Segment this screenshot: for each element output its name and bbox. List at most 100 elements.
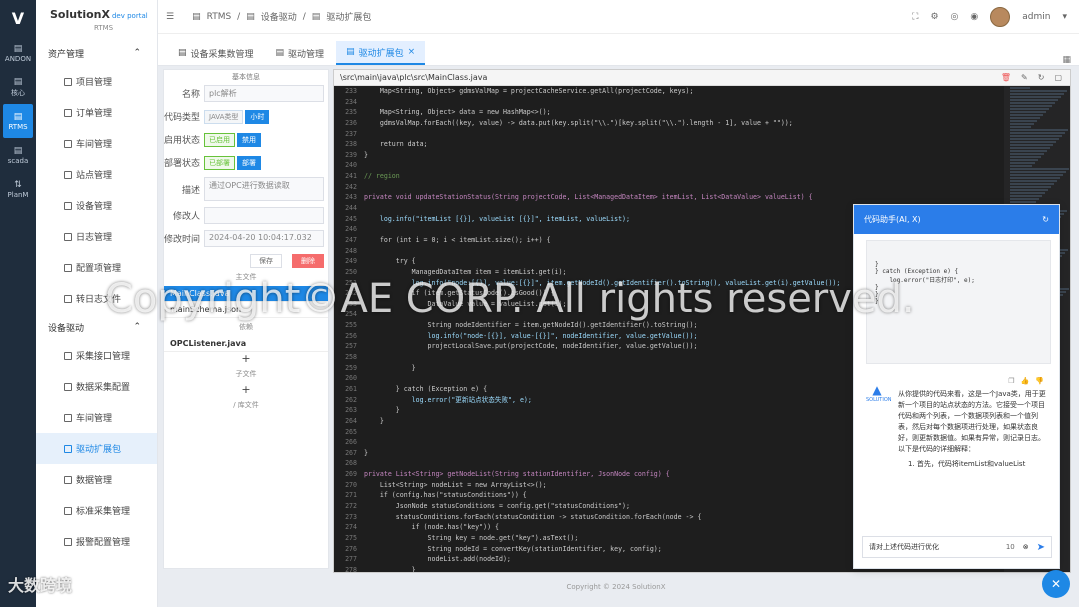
send-icon[interactable]: ➤ (1037, 542, 1045, 553)
chat-input-text[interactable]: 请对上述代码进行优化 (869, 542, 939, 552)
minimap-line (1010, 96, 1061, 98)
sidebar-item[interactable]: 项目管理 (36, 66, 157, 97)
code-line[interactable] (364, 97, 1000, 108)
breadcrumb-item[interactable]: 设备驱动 (261, 10, 297, 23)
status-disable[interactable]: 禁用 (237, 132, 261, 147)
line-number: 247 (345, 235, 357, 244)
chat-title: 代码助手(AI, X) (864, 215, 921, 224)
code-line[interactable]: } (364, 150, 1000, 161)
tab-device-collect[interactable]: ▤ 设备采集数管理 (168, 41, 264, 65)
nav-icon (64, 506, 72, 515)
code-line[interactable]: Map<String, Object> data = new HashMap<>… (364, 107, 1000, 118)
rail-item-andon[interactable]: ▤ ANDON (0, 36, 36, 70)
deploy-deployed[interactable]: 已部署 (204, 155, 235, 170)
minimap-line (1010, 126, 1031, 128)
deploy-button[interactable]: 部署 (237, 155, 261, 170)
sidebar-item[interactable]: 标准采集管理 (36, 495, 157, 526)
rail-item-scada[interactable]: ▤ scada (0, 138, 36, 172)
code-line[interactable]: gdmsValMap.forEach((key, value) -> data.… (364, 118, 1000, 129)
chat-input[interactable]: 请对上述代码进行优化 10 ⊗ ➤ (862, 536, 1052, 558)
sidebar-item[interactable]: 订单管理 (36, 97, 157, 128)
chevron-up-icon: ⌃ (133, 322, 141, 332)
footer: Copyright © 2024 SolutionX (566, 583, 666, 591)
sidebar-item-label: 站点管理 (76, 171, 113, 181)
refresh-icon[interactable]: ↻ (1042, 215, 1049, 224)
char-count: 10 (1005, 543, 1015, 551)
rail-item-planm[interactable]: ⇅ PlanM (0, 172, 36, 206)
name-field[interactable]: plc解析 (204, 85, 324, 102)
grid-menu-icon[interactable]: ▦ (1062, 55, 1071, 65)
code-type-java[interactable]: JAVA类型 (204, 109, 244, 124)
status-enabled[interactable]: 已启用 (204, 132, 235, 147)
edit-icon[interactable]: ✎ (1021, 73, 1028, 82)
code-type-hour[interactable]: 小时 (245, 109, 270, 124)
clear-icon[interactable]: ⊗ (1023, 543, 1029, 551)
copy-icon[interactable]: ❐ (1008, 377, 1014, 385)
code-line[interactable] (364, 160, 1000, 171)
sidebar-item[interactable]: 设备管理 (36, 190, 157, 221)
close-icon[interactable]: × (408, 47, 416, 57)
thumbs-up-icon[interactable]: 👍 (1021, 377, 1030, 385)
code-line[interactable] (364, 129, 1000, 140)
file-item[interactable]: OPCListener.java (164, 336, 328, 352)
sidebar-item[interactable]: 驱动扩展包 (36, 433, 157, 464)
thumbs-down-icon[interactable]: 👎 (1035, 377, 1044, 385)
panel-title: 基本信息 (232, 73, 260, 81)
sidebar-item[interactable]: 车间管理 (36, 402, 157, 433)
code-line[interactable] (364, 182, 1000, 193)
tab-driver-manage[interactable]: ▤ 驱动管理 (266, 41, 335, 65)
code-line[interactable]: private void updateStationStatus(String … (364, 192, 1000, 203)
add-sub-icon[interactable]: + (164, 383, 328, 396)
tab-driver-extension[interactable]: ▤ 驱动扩展包 × (336, 41, 426, 65)
minimap-line (1010, 135, 1062, 137)
sidebar-item[interactable]: 站点管理 (36, 159, 157, 190)
save-button[interactable]: 保存 (250, 254, 282, 268)
rail-item-rtms[interactable]: ▤ RTMS (3, 104, 33, 138)
chat-fab-icon[interactable]: ✕ (1042, 570, 1070, 598)
lib-section: / 库文件 (233, 401, 259, 409)
help-icon[interactable]: ◎ (951, 12, 959, 22)
rail-icon: ▤ (13, 111, 23, 122)
sidebar-group-assets[interactable]: 资产管理 ⌃ (36, 40, 157, 66)
field-label: 修改人 (172, 212, 200, 222)
add-dep-icon[interactable]: + (164, 352, 328, 365)
avatar[interactable] (990, 6, 1011, 27)
tab-label: 驱动扩展包 (358, 48, 404, 59)
brand: SolutionX dev portal RTMS (36, 0, 157, 40)
modifier-field[interactable] (204, 207, 324, 224)
line-number: 234 (345, 97, 357, 106)
modified-time-field[interactable]: 2024-04-20 10:04:17.032 (204, 230, 324, 247)
github-icon[interactable]: ◉ (970, 12, 978, 22)
sidebar-item-label: 数据管理 (76, 476, 113, 486)
chevron-down-icon[interactable]: ▾ (1062, 12, 1067, 22)
minimap-line (1010, 174, 1063, 176)
maximize-icon[interactable]: ▢ (1054, 73, 1062, 82)
description-field[interactable]: 通过OPC进行数据读取 (204, 177, 324, 201)
sidebar-item[interactable]: 车间管理 (36, 128, 157, 159)
message-actions: ❐ 👍 👎 (1008, 377, 1044, 385)
sidebar-item[interactable]: 采集接口管理 (36, 340, 157, 371)
sidebar-item[interactable]: 日志管理 (36, 221, 157, 252)
nav-icon (64, 444, 72, 453)
sidebar-item[interactable]: 报警配置管理 (36, 526, 157, 557)
minimap-line (1010, 99, 1058, 101)
rail-item-核心[interactable]: ▤ 核心 (0, 70, 36, 104)
minimap-line (1010, 183, 1054, 185)
code-line[interactable]: // region (364, 171, 1000, 182)
settings-icon[interactable]: ⚙ (930, 12, 938, 22)
delete-button[interactable]: 删除 (292, 254, 324, 268)
line-number: 275 (345, 533, 357, 542)
user-name[interactable]: admin (1022, 12, 1050, 22)
sidebar-item[interactable]: 数据管理 (36, 464, 157, 495)
menu-toggle-icon[interactable]: ☰ (166, 12, 174, 22)
sidebar-item-label: 日志管理 (76, 233, 113, 243)
sidebar-item[interactable]: 数据采集配置 (36, 371, 157, 402)
dep-section: 依赖 (239, 323, 253, 331)
delete-icon[interactable]: 🗑 (1001, 73, 1011, 82)
refresh-icon[interactable]: ↻ (1038, 73, 1045, 82)
breadcrumb-item[interactable]: RTMS (207, 12, 232, 22)
field-label: 描述 (181, 185, 200, 196)
code-line[interactable]: Map<String, Object> gdmsValMap = project… (364, 86, 1000, 97)
fullscreen-icon[interactable]: ⛶ (912, 12, 918, 22)
code-line[interactable]: return data; (364, 139, 1000, 150)
